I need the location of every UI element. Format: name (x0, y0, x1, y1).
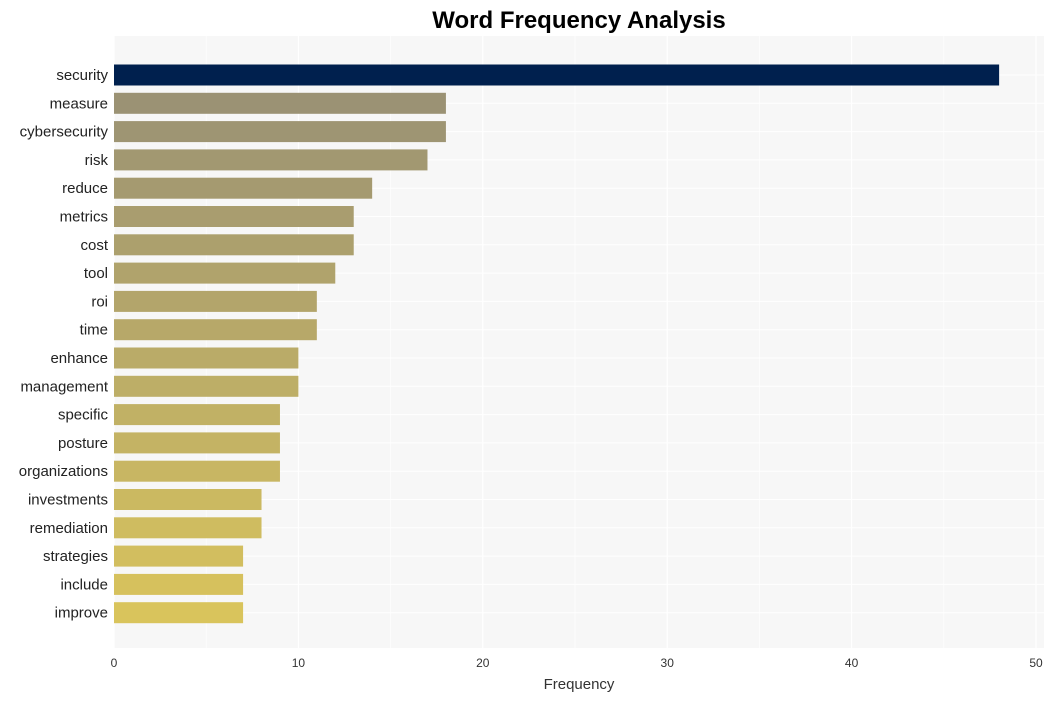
bar-security (114, 64, 1000, 86)
bar-cost (114, 234, 354, 256)
y-tick-label: management (20, 378, 108, 395)
bar-organizations (114, 460, 280, 482)
y-tick-label: metrics (60, 209, 108, 226)
y-tick-label: time (80, 322, 108, 339)
y-tick-label: organizations (19, 463, 108, 480)
y-tick-label: include (60, 576, 108, 593)
bar-posture (114, 432, 280, 454)
x-axis-ticks: 0 10 20 30 40 50 (111, 656, 1043, 670)
y-tick-label: reduce (62, 180, 108, 197)
bar-specific (114, 404, 280, 426)
x-tick-label: 30 (661, 656, 675, 670)
bar-chart: security measure cybersecurity risk reduce me… (19, 7, 1044, 693)
bar-risk (114, 149, 428, 171)
y-tick-label: roi (91, 293, 108, 310)
chart-title: Word Frequency Analysis (432, 7, 725, 34)
bar-reduce (114, 177, 373, 199)
y-tick-label: posture (58, 435, 108, 452)
bar-investments (114, 489, 262, 510)
bar-cybersecurity (114, 121, 446, 143)
y-tick-label: improve (55, 605, 108, 622)
y-tick-label: strategies (43, 548, 108, 565)
bar-tool (114, 262, 336, 284)
x-tick-label: 10 (292, 656, 306, 670)
y-tick-label: investments (28, 492, 108, 509)
bar-enhance (114, 347, 299, 369)
y-axis-labels: security measure cybersecurity risk reduce me… (19, 67, 109, 622)
bar-time (114, 319, 317, 341)
bar-metrics (114, 206, 354, 227)
y-tick-label: risk (85, 152, 109, 169)
bar-remediation (114, 517, 262, 539)
x-tick-label: 20 (476, 656, 490, 670)
y-tick-label: remediation (30, 520, 108, 537)
x-axis-label: Frequency (544, 676, 615, 693)
y-tick-label: cost (80, 237, 108, 254)
y-tick-label: specific (58, 407, 109, 424)
bar-roi (114, 290, 317, 312)
y-tick-label: enhance (50, 350, 108, 367)
y-tick-label: measure (50, 95, 108, 112)
bar-strategies (114, 545, 244, 567)
bar-improve (114, 602, 244, 624)
y-tick-label: tool (84, 265, 108, 282)
bar-include (114, 573, 244, 595)
y-tick-label: cybersecurity (20, 124, 109, 141)
x-tick-label: 50 (1029, 656, 1043, 670)
x-tick-label: 0 (111, 656, 118, 670)
bar-management (114, 375, 299, 397)
bar-measure (114, 92, 446, 114)
y-tick-label: security (56, 67, 108, 84)
x-tick-label: 40 (845, 656, 859, 670)
